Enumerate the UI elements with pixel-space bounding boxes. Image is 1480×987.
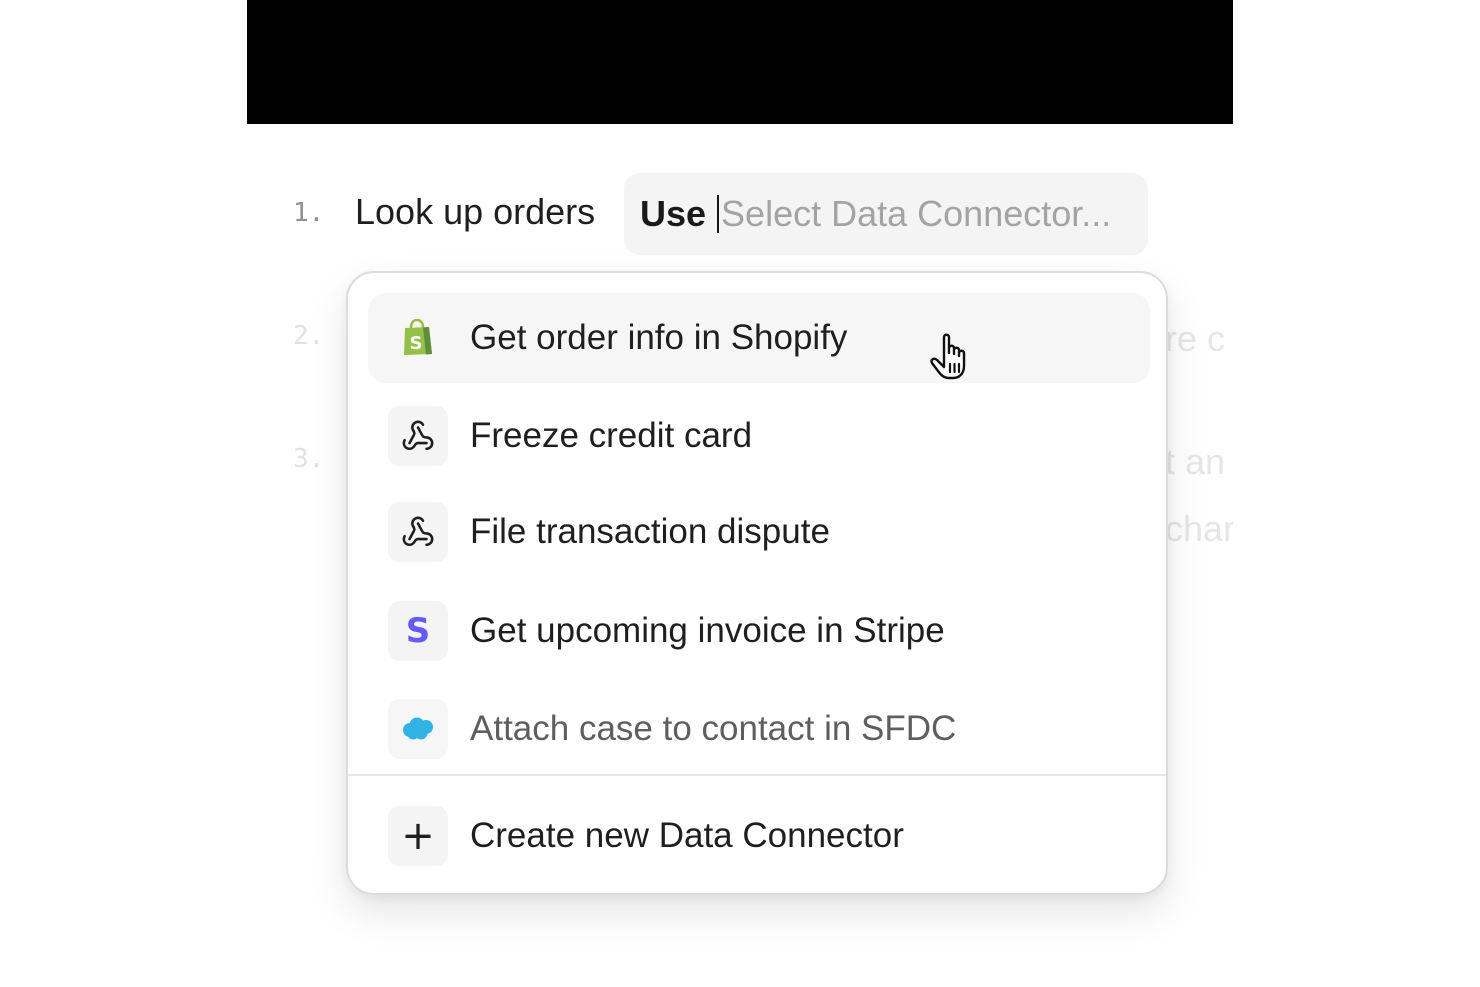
use-keyword: Use [640, 193, 707, 234]
stripe-glyph: S [405, 611, 431, 651]
shopify-icon: S [388, 308, 448, 368]
option-label: Get order info in Shopify [470, 318, 848, 357]
dropdown-divider [348, 774, 1166, 776]
step-number-1: 1. [293, 198, 325, 228]
step-number-3: 3. [293, 444, 325, 474]
step-2-text-obscured: re c [1165, 318, 1226, 359]
option-label: Freeze credit card [470, 416, 753, 455]
svg-text:S: S [410, 333, 423, 354]
step-3-text-line2-obscured: char [1165, 508, 1233, 549]
option-label: File transaction dispute [470, 512, 830, 551]
option-label: Get upcoming invoice in Stripe [470, 611, 945, 650]
option-label: Attach case to contact in SFDC [470, 709, 957, 748]
create-new-data-connector-button[interactable]: + Create new Data Connector [368, 791, 1150, 881]
step-3-text-obscured: t an [1165, 441, 1226, 482]
option-freeze-credit-card[interactable]: Freeze credit card [368, 391, 1150, 481]
webhook-icon [388, 406, 448, 466]
hand-pointer-cursor-icon [928, 328, 980, 384]
plus-glyph: + [401, 813, 435, 859]
step-1-text[interactable]: Look up orders [355, 191, 595, 233]
step-number-2: 2. [293, 321, 325, 351]
plus-icon: + [388, 806, 448, 866]
data-connector-placeholder[interactable]: Select Data Connector... [721, 193, 1111, 235]
option-attach-case-sfdc[interactable]: Attach case to contact in SFDC [368, 684, 1150, 774]
option-get-upcoming-invoice-stripe[interactable]: S Get upcoming invoice in Stripe [368, 586, 1150, 676]
stripe-icon: S [388, 601, 448, 661]
option-file-transaction-dispute[interactable]: File transaction dispute [368, 487, 1150, 577]
option-get-order-info-shopify[interactable]: S Get order info in Shopify [368, 293, 1150, 383]
create-label: Create new Data Connector [470, 816, 904, 855]
webhook-icon [388, 502, 448, 562]
salesforce-icon [388, 699, 448, 759]
text-caret [717, 195, 720, 233]
data-connector-selector[interactable]: Use Select Data Connector... [624, 173, 1148, 255]
top-black-banner [247, 0, 1233, 124]
data-connector-dropdown: S Get order info in Shopify Freeze credi… [346, 271, 1168, 895]
